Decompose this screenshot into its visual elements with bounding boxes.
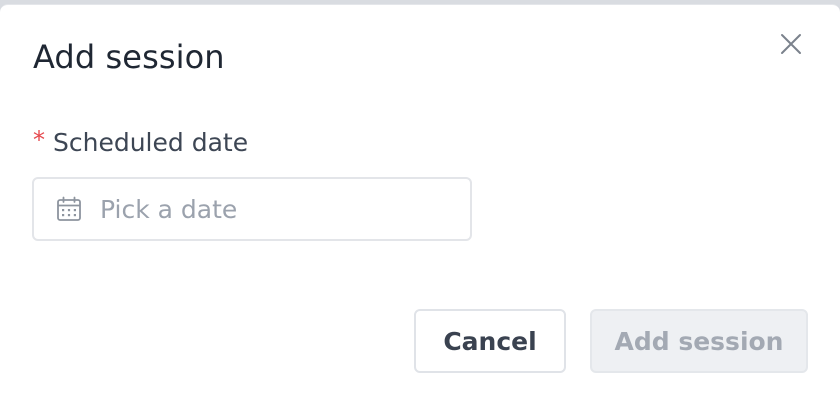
add-session-dialog: Add session * Scheduled date Pick a date… — [0, 4, 840, 404]
scheduled-date-label: * Scheduled date — [33, 125, 248, 159]
cancel-button[interactable]: Cancel — [414, 309, 566, 373]
date-picker-input[interactable]: Pick a date — [32, 177, 472, 241]
close-icon — [780, 33, 802, 59]
dialog-title: Add session — [33, 38, 225, 76]
required-marker: * — [33, 126, 45, 154]
date-placeholder: Pick a date — [100, 194, 238, 224]
calendar-icon — [56, 196, 82, 222]
scheduled-date-label-text: Scheduled date — [53, 127, 249, 157]
add-session-button[interactable]: Add session — [590, 309, 808, 373]
close-button[interactable] — [776, 31, 806, 61]
